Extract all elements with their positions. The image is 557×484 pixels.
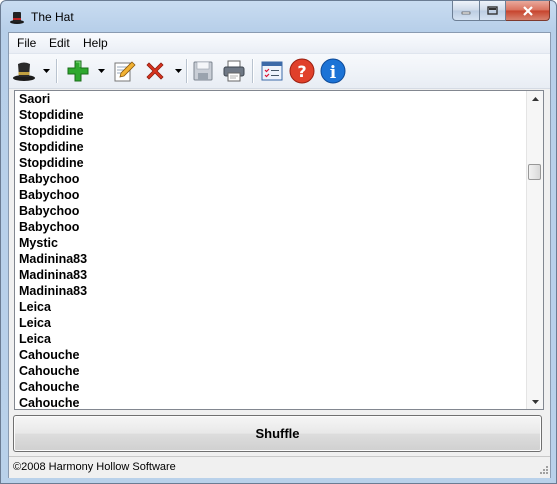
delete-dropdown[interactable] [173, 63, 183, 79]
svg-text:i: i [330, 63, 337, 83]
list-item[interactable]: Babychoo [19, 187, 519, 203]
add-dropdown[interactable] [96, 63, 106, 79]
menu-help[interactable]: Help [83, 36, 108, 50]
names-list[interactable]: Saori Stopdidine Stopdidine Stopdidine Stopd… [14, 90, 544, 410]
chevron-down-icon [97, 69, 105, 73]
vertical-scrollbar[interactable] [526, 91, 543, 409]
toolbar-separator [186, 59, 188, 83]
list-item[interactable]: Leica [19, 331, 519, 347]
list-item[interactable]: Babychoo [19, 171, 519, 187]
status-bar: ©2008 Harmony Hollow Software [9, 456, 550, 478]
menu-edit[interactable]: Edit [49, 36, 70, 50]
scroll-thumb[interactable] [528, 164, 541, 180]
list-item[interactable]: Saori [19, 91, 519, 107]
resize-grip-icon[interactable] [537, 465, 549, 477]
edit-icon [114, 61, 136, 82]
status-text: ©2008 Harmony Hollow Software [13, 461, 176, 473]
hat-icon [13, 62, 35, 81]
help-icon: ? [289, 58, 315, 84]
list-item[interactable]: Leica [19, 315, 519, 331]
close-icon [522, 5, 533, 16]
toolbar: ? i [9, 54, 550, 89]
maximize-button[interactable] [480, 1, 506, 21]
hat-dropdown[interactable] [41, 63, 51, 79]
main-window: The Hat File Edit Help ? i Saori Stopdid… [0, 0, 557, 484]
edit-button[interactable] [110, 57, 138, 85]
chevron-down-icon [42, 69, 50, 73]
list-item[interactable]: Stopdidine [19, 107, 519, 123]
list-item[interactable]: Cahouche [19, 363, 519, 379]
print-button[interactable] [220, 57, 248, 85]
list-item[interactable]: Stopdidine [19, 123, 519, 139]
help-button[interactable]: ? [288, 57, 316, 85]
maximize-icon [487, 6, 498, 15]
list-item[interactable]: Cahouche [19, 379, 519, 395]
hat-button[interactable] [10, 57, 38, 85]
toolbar-separator [56, 59, 58, 83]
menu-file[interactable]: File [17, 36, 36, 50]
svg-text:?: ? [297, 62, 306, 81]
info-button[interactable]: i [319, 57, 347, 85]
add-icon [67, 60, 89, 82]
shuffle-button[interactable]: Shuffle [13, 415, 542, 452]
add-button[interactable] [64, 57, 92, 85]
info-icon: i [320, 58, 346, 84]
list-item[interactable]: Mystic [19, 235, 519, 251]
list-item[interactable]: Madinina83 [19, 251, 519, 267]
list-item[interactable]: Madinina83 [19, 267, 519, 283]
list-item[interactable]: Stopdidine [19, 155, 519, 171]
scroll-up-button[interactable] [527, 91, 543, 106]
print-icon [223, 60, 245, 82]
list-item[interactable]: Cahouche [19, 395, 519, 409]
menu-bar: File Edit Help [9, 33, 550, 54]
title-bar[interactable]: The Hat [1, 1, 556, 32]
delete-button[interactable] [141, 57, 169, 85]
list-item[interactable]: Babychoo [19, 219, 519, 235]
save-icon [193, 61, 213, 81]
client-area: File Edit Help ? i Saori Stopdidine Stop… [8, 32, 551, 478]
window-title: The Hat [31, 10, 74, 24]
toolbar-separator [252, 59, 254, 83]
chevron-down-icon [174, 69, 182, 73]
list-item[interactable]: Babychoo [19, 203, 519, 219]
list-item[interactable]: Stopdidine [19, 139, 519, 155]
list-item[interactable]: Cahouche [19, 347, 519, 363]
chevron-down-icon [531, 399, 539, 404]
checklist-button[interactable] [258, 57, 286, 85]
minimize-icon [461, 11, 471, 14]
close-button[interactable] [506, 1, 550, 21]
caption-buttons [452, 1, 550, 22]
scroll-down-button[interactable] [527, 394, 543, 409]
list-item[interactable]: Leica [19, 299, 519, 315]
list-item[interactable]: Madinina83 [19, 283, 519, 299]
delete-icon [146, 62, 164, 80]
top-hat-icon[interactable] [9, 9, 25, 25]
names-list-items: Saori Stopdidine Stopdidine Stopdidine Stopd… [19, 91, 519, 409]
save-button[interactable] [189, 57, 217, 85]
minimize-button[interactable] [452, 1, 480, 21]
checklist-icon [261, 61, 283, 81]
chevron-up-icon [531, 96, 539, 101]
